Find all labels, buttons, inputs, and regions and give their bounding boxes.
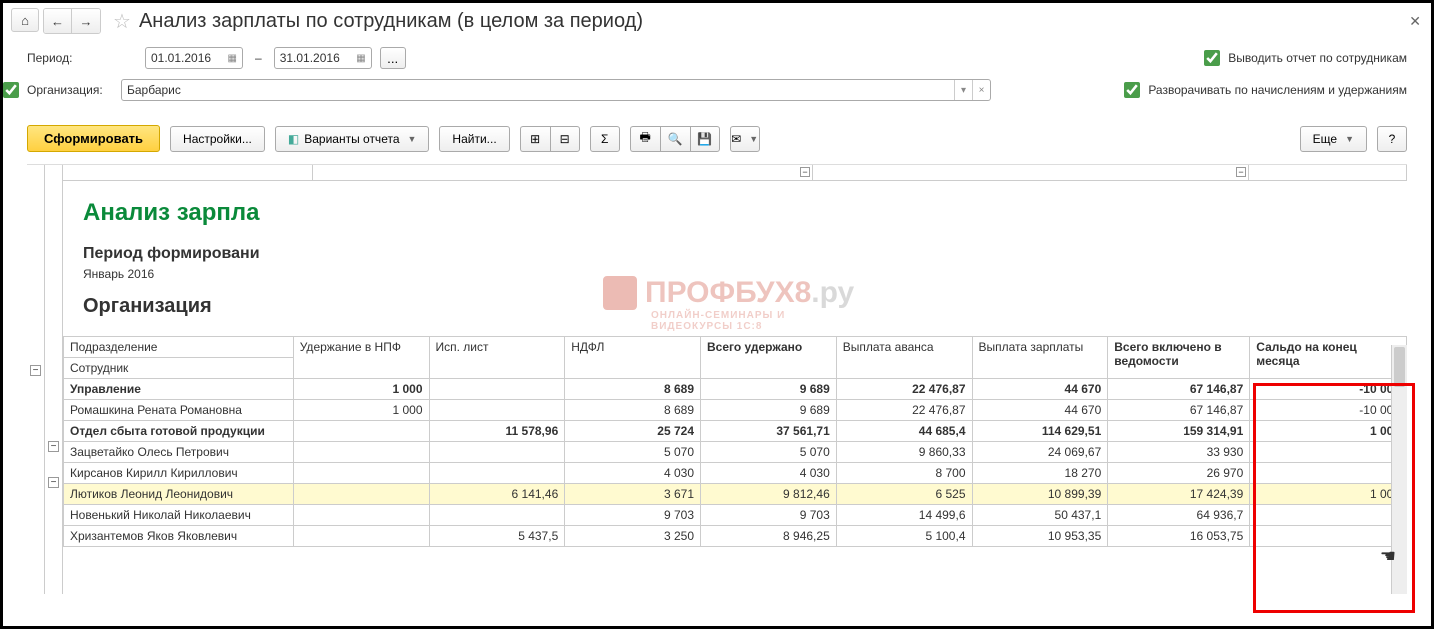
find-button[interactable]: Найти... [439, 126, 509, 152]
section-toggle[interactable]: − [800, 167, 810, 177]
collapse-toggle[interactable]: − [48, 477, 59, 488]
col-included: Всего включено в ведомости [1108, 337, 1250, 379]
col-ispl: Исп. лист [429, 337, 565, 379]
collapse-all-button[interactable]: ⊟ [550, 126, 580, 152]
col-npf: Удержание в НПФ [293, 337, 429, 379]
table-row[interactable]: Управление1 0008 6899 68922 476,8744 670… [64, 379, 1407, 400]
org-checkbox[interactable] [3, 82, 19, 98]
calendar-icon[interactable]: ▦ [356, 53, 365, 64]
col-advance: Выплата аванса [836, 337, 972, 379]
date-to-input[interactable]: 31.01.2016▦ [274, 47, 372, 69]
page-title: Анализ зарплаты по сотрудникам (в целом … [139, 10, 643, 33]
table-row[interactable]: Новенький Николай Николаевич9 7039 70314… [64, 505, 1407, 526]
col-dept: Подразделение [64, 337, 294, 358]
save-button[interactable]: 💾 [690, 126, 720, 152]
calendar-icon[interactable]: ▦ [228, 53, 237, 64]
cursor-icon: ☚ [1380, 546, 1396, 567]
col-withheld: Всего удержано [701, 337, 837, 379]
expand-checkbox[interactable] [1124, 82, 1140, 98]
table-row[interactable]: Хризантемов Яков Яковлевич5 437,53 2508 … [64, 526, 1407, 547]
print-button[interactable]: 🖶 [630, 126, 660, 152]
watermark: ПРОФБУХ8.ру ОНЛАЙН-СЕМИНАРЫ И ВИДЕОКУРСЫ… [603, 276, 854, 310]
date-from-input[interactable]: 01.01.2016▦ [145, 47, 243, 69]
period-label: Период: [27, 51, 137, 65]
help-button[interactable]: ? [1377, 126, 1407, 152]
period-picker-button[interactable]: ... [380, 47, 406, 69]
expand-label: Разворачивать по начислениям и удержания… [1148, 83, 1407, 97]
home-button[interactable]: ⌂ [11, 8, 39, 32]
by-employee-checkbox[interactable] [1204, 50, 1220, 66]
table-row[interactable]: Лютиков Леонид Леонидович6 141,463 6719 … [64, 484, 1407, 505]
form-button[interactable]: Сформировать [27, 125, 160, 152]
col-salary: Выплата зарплаты [972, 337, 1108, 379]
table-row[interactable]: Ромашкина Рената Романовна1 0008 6899 68… [64, 400, 1407, 421]
by-employee-label: Выводить отчет по сотрудникам [1228, 51, 1407, 65]
settings-button[interactable]: Настройки... [170, 126, 265, 152]
collapse-toggle[interactable]: − [30, 365, 41, 376]
report-table: Подразделение Удержание в НПФ Исп. лист … [63, 336, 1407, 547]
favorite-icon[interactable]: ☆ [113, 9, 131, 34]
back-button[interactable]: ← [44, 9, 72, 33]
section-toggle[interactable]: − [1236, 167, 1246, 177]
more-button[interactable]: Еще▼ [1300, 126, 1367, 152]
col-ndfl: НДФЛ [565, 337, 701, 379]
col-balance: Сальдо на конец месяца [1250, 337, 1407, 379]
forward-button[interactable]: → [72, 9, 100, 33]
collapse-toggle[interactable]: − [48, 441, 59, 452]
table-row[interactable]: Зацветайко Олесь Петрович5 0705 0709 860… [64, 442, 1407, 463]
col-emp: Сотрудник [64, 358, 294, 379]
org-input[interactable]: Барбарис ▾ × [121, 79, 991, 101]
dropdown-icon[interactable]: ▾ [954, 80, 972, 100]
table-row[interactable]: Кирсанов Кирилл Кириллович4 0304 0308 70… [64, 463, 1407, 484]
table-row[interactable]: Отдел сбыта готовой продукции11 578,9625… [64, 421, 1407, 442]
expand-all-button[interactable]: ⊞ [520, 126, 550, 152]
preview-button[interactable]: 🔍 [660, 126, 690, 152]
clear-icon[interactable]: × [972, 80, 990, 100]
variants-button[interactable]: ◧Варианты отчета▼ [275, 126, 430, 152]
org-label: Организация: [27, 83, 113, 97]
email-button[interactable]: ✉▼ [730, 126, 760, 152]
close-button[interactable]: ✕ [1409, 13, 1421, 30]
sum-button[interactable]: Σ [590, 126, 620, 152]
